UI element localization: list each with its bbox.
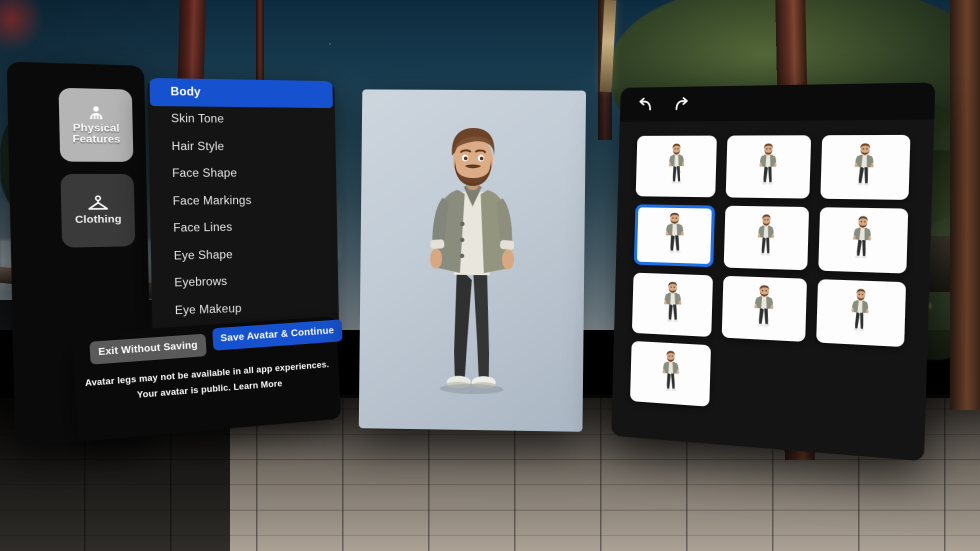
- avatar-preview-canvas[interactable]: [358, 89, 587, 432]
- vr-avatar-editor-scene: Physical Features Clothing Body Skin Ton…: [0, 0, 980, 551]
- thumbnail-body-type-2[interactable]: [725, 135, 812, 199]
- avatar-thumbnail-icon: [656, 278, 688, 331]
- thumbnail-body-type-8[interactable]: [721, 275, 808, 342]
- thumbnail-body-type-3[interactable]: [820, 134, 911, 200]
- avatar-thumbnail-icon: [847, 140, 883, 195]
- thumbnail-body-type-1[interactable]: [635, 135, 717, 198]
- tab-label: Clothing: [74, 213, 122, 226]
- category-item-body[interactable]: Body: [149, 77, 333, 108]
- avatar-thumbnail-icon: [845, 212, 880, 267]
- body-type-grid-panel: [611, 82, 936, 462]
- category-item-face-markings[interactable]: Face Markings: [150, 187, 337, 216]
- avatar-thumbnail-icon: [843, 285, 878, 341]
- avatar-thumbnail-icon: [747, 281, 781, 336]
- thumbnail-body-type-10[interactable]: [630, 340, 712, 407]
- thumbnail-body-type-9[interactable]: [816, 279, 907, 348]
- beam: [950, 0, 980, 410]
- thumbnail-body-type-6[interactable]: [818, 207, 909, 274]
- tab-clothing[interactable]: Clothing: [60, 173, 136, 248]
- grid-toolbar: [619, 82, 936, 122]
- tab-label: Physical Features: [72, 121, 121, 146]
- category-list-panel: Body Skin Tone Hair Style Face Shape Fac…: [147, 77, 340, 338]
- public-note: Your avatar is public.: [136, 382, 232, 400]
- exit-without-saving-button[interactable]: Exit Without Saving: [89, 333, 207, 365]
- save-avatar-continue-button[interactable]: Save Avatar & Continue: [211, 319, 343, 351]
- undo-icon[interactable]: [636, 94, 657, 114]
- tab-physical-features[interactable]: Physical Features: [58, 87, 134, 162]
- avatar-thumbnail-icon: [751, 140, 785, 193]
- category-item-skin-tone[interactable]: Skin Tone: [148, 105, 335, 134]
- thumbnail-body-type-5[interactable]: [723, 205, 810, 271]
- avatar-thumbnail-icon: [658, 209, 690, 262]
- person-icon: [86, 104, 106, 120]
- thumbnail-body-type-7[interactable]: [631, 272, 713, 338]
- hanger-icon: [86, 195, 110, 211]
- avatar-thumbnail-icon: [660, 140, 692, 192]
- thumbnail-body-type-4[interactable]: [633, 204, 715, 268]
- body-type-thumbnail-grid: [630, 134, 920, 421]
- footer-disclaimer: Avatar legs may not be available in all …: [81, 356, 334, 407]
- avatar-thumbnail-icon: [749, 211, 783, 265]
- avatar-figure: [430, 127, 514, 395]
- category-item-face-shape[interactable]: Face Shape: [149, 160, 336, 188]
- learn-more-link[interactable]: Learn More: [233, 378, 282, 392]
- category-item-hair-style[interactable]: Hair Style: [148, 133, 335, 161]
- redo-icon[interactable]: [670, 94, 691, 115]
- avatar-thumbnail-icon: [654, 347, 686, 401]
- category-item-face-lines[interactable]: Face Lines: [150, 213, 337, 243]
